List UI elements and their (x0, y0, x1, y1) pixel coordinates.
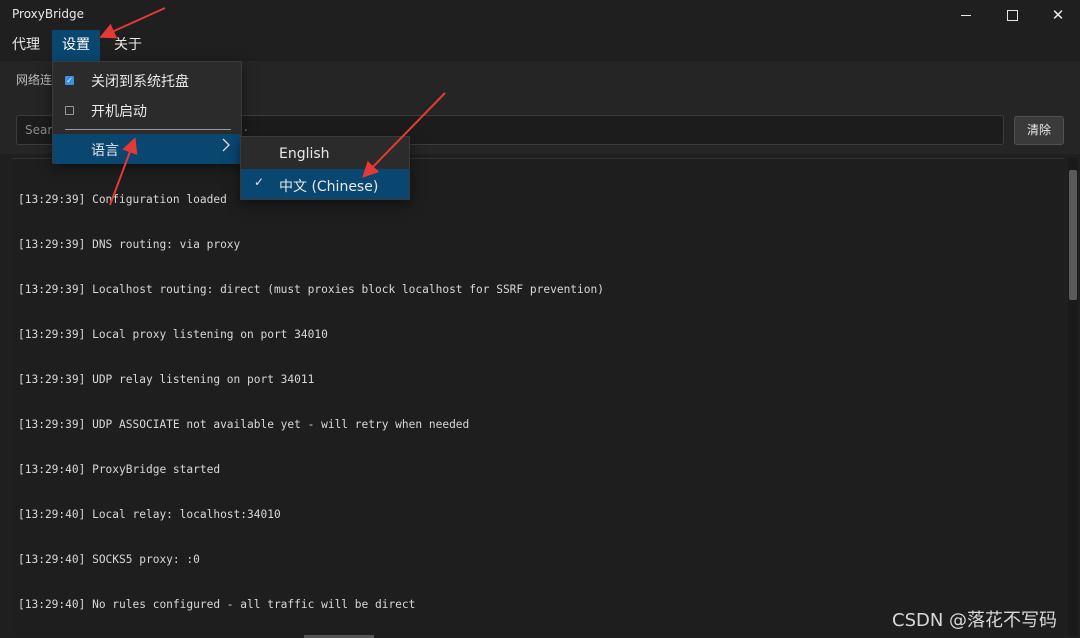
chevron-right-icon (221, 137, 231, 157)
menu-about[interactable]: 关于 (104, 30, 152, 61)
menu-bar: 代理 设置 关于 (0, 30, 1080, 61)
log-line: [13:29:40] ProxyBridge started (18, 463, 221, 476)
language-submenu: English ✓ 中文 (Chinese) (240, 136, 410, 200)
maximize-button[interactable] (989, 0, 1035, 30)
menu-item-label: 中文 (Chinese) (279, 179, 379, 195)
checkmark-icon: ✓ (254, 175, 265, 189)
settings-dropdown: ✓ 关闭到系统托盘 开机启动 语言 (52, 61, 242, 164)
menu-separator (65, 129, 231, 130)
maximize-icon (1006, 9, 1018, 21)
menu-proxy[interactable]: 代理 (2, 30, 50, 61)
menu-item-minimize-to-tray[interactable]: ✓ 关闭到系统托盘 (53, 66, 241, 96)
log-lines: [13:29:39] Configuration loaded [13:29:3… (18, 162, 604, 638)
checkbox-checked-icon[interactable]: ✓ (65, 76, 74, 85)
menu-item-label: 开机启动 (91, 104, 147, 120)
app-window: ProxyBridge ✕ 代理 设置 关于 网络连 . 清除 [13:29:3… (0, 0, 1080, 638)
log-line: [13:29:40] No rules configured - all tra… (18, 598, 416, 611)
log-line: [13:29:39] UDP ASSOCIATE not available y… (18, 418, 470, 431)
tab-network-connections[interactable]: 网络连 (16, 71, 52, 88)
menu-item-english[interactable]: English (241, 139, 409, 169)
menu-item-chinese[interactable]: ✓ 中文 (Chinese) (241, 169, 409, 199)
watermark: CSDN @落花不写码 (892, 610, 1058, 631)
close-icon: ✕ (1051, 5, 1065, 24)
checkbox-unchecked-icon[interactable] (65, 106, 74, 115)
log-line: [13:29:39] Local proxy listening on port… (18, 328, 328, 341)
search-trailing-text: . (244, 120, 248, 134)
clear-button[interactable]: 清除 (1014, 116, 1064, 145)
close-button[interactable]: ✕ (1035, 0, 1080, 30)
window-title: ProxyBridge (12, 7, 84, 21)
log-line: [13:29:40] SOCKS5 proxy: :0 (18, 553, 200, 566)
menu-item-label: English (279, 146, 330, 162)
menu-item-label: 关闭到系统托盘 (91, 74, 189, 90)
minimize-button[interactable] (943, 0, 989, 30)
title-bar: ProxyBridge ✕ (0, 0, 1080, 30)
log-line: [13:29:39] DNS routing: via proxy (18, 238, 241, 251)
minimize-icon (961, 14, 971, 16)
log-line: [13:29:40] Local relay: localhost:34010 (18, 508, 281, 521)
log-line: [13:29:39] UDP relay listening on port 3… (18, 373, 315, 386)
log-panel: [13:29:39] Configuration loaded [13:29:3… (12, 158, 1064, 637)
menu-item-label: 语言 (91, 143, 119, 159)
menu-item-start-on-boot[interactable]: 开机启动 (53, 96, 241, 126)
log-line: [13:29:39] Localhost routing: direct (mu… (18, 283, 604, 296)
menu-settings[interactable]: 设置 (52, 30, 100, 61)
menu-item-language[interactable]: 语言 (53, 134, 241, 164)
log-scrollbar-thumb[interactable] (1069, 170, 1077, 300)
